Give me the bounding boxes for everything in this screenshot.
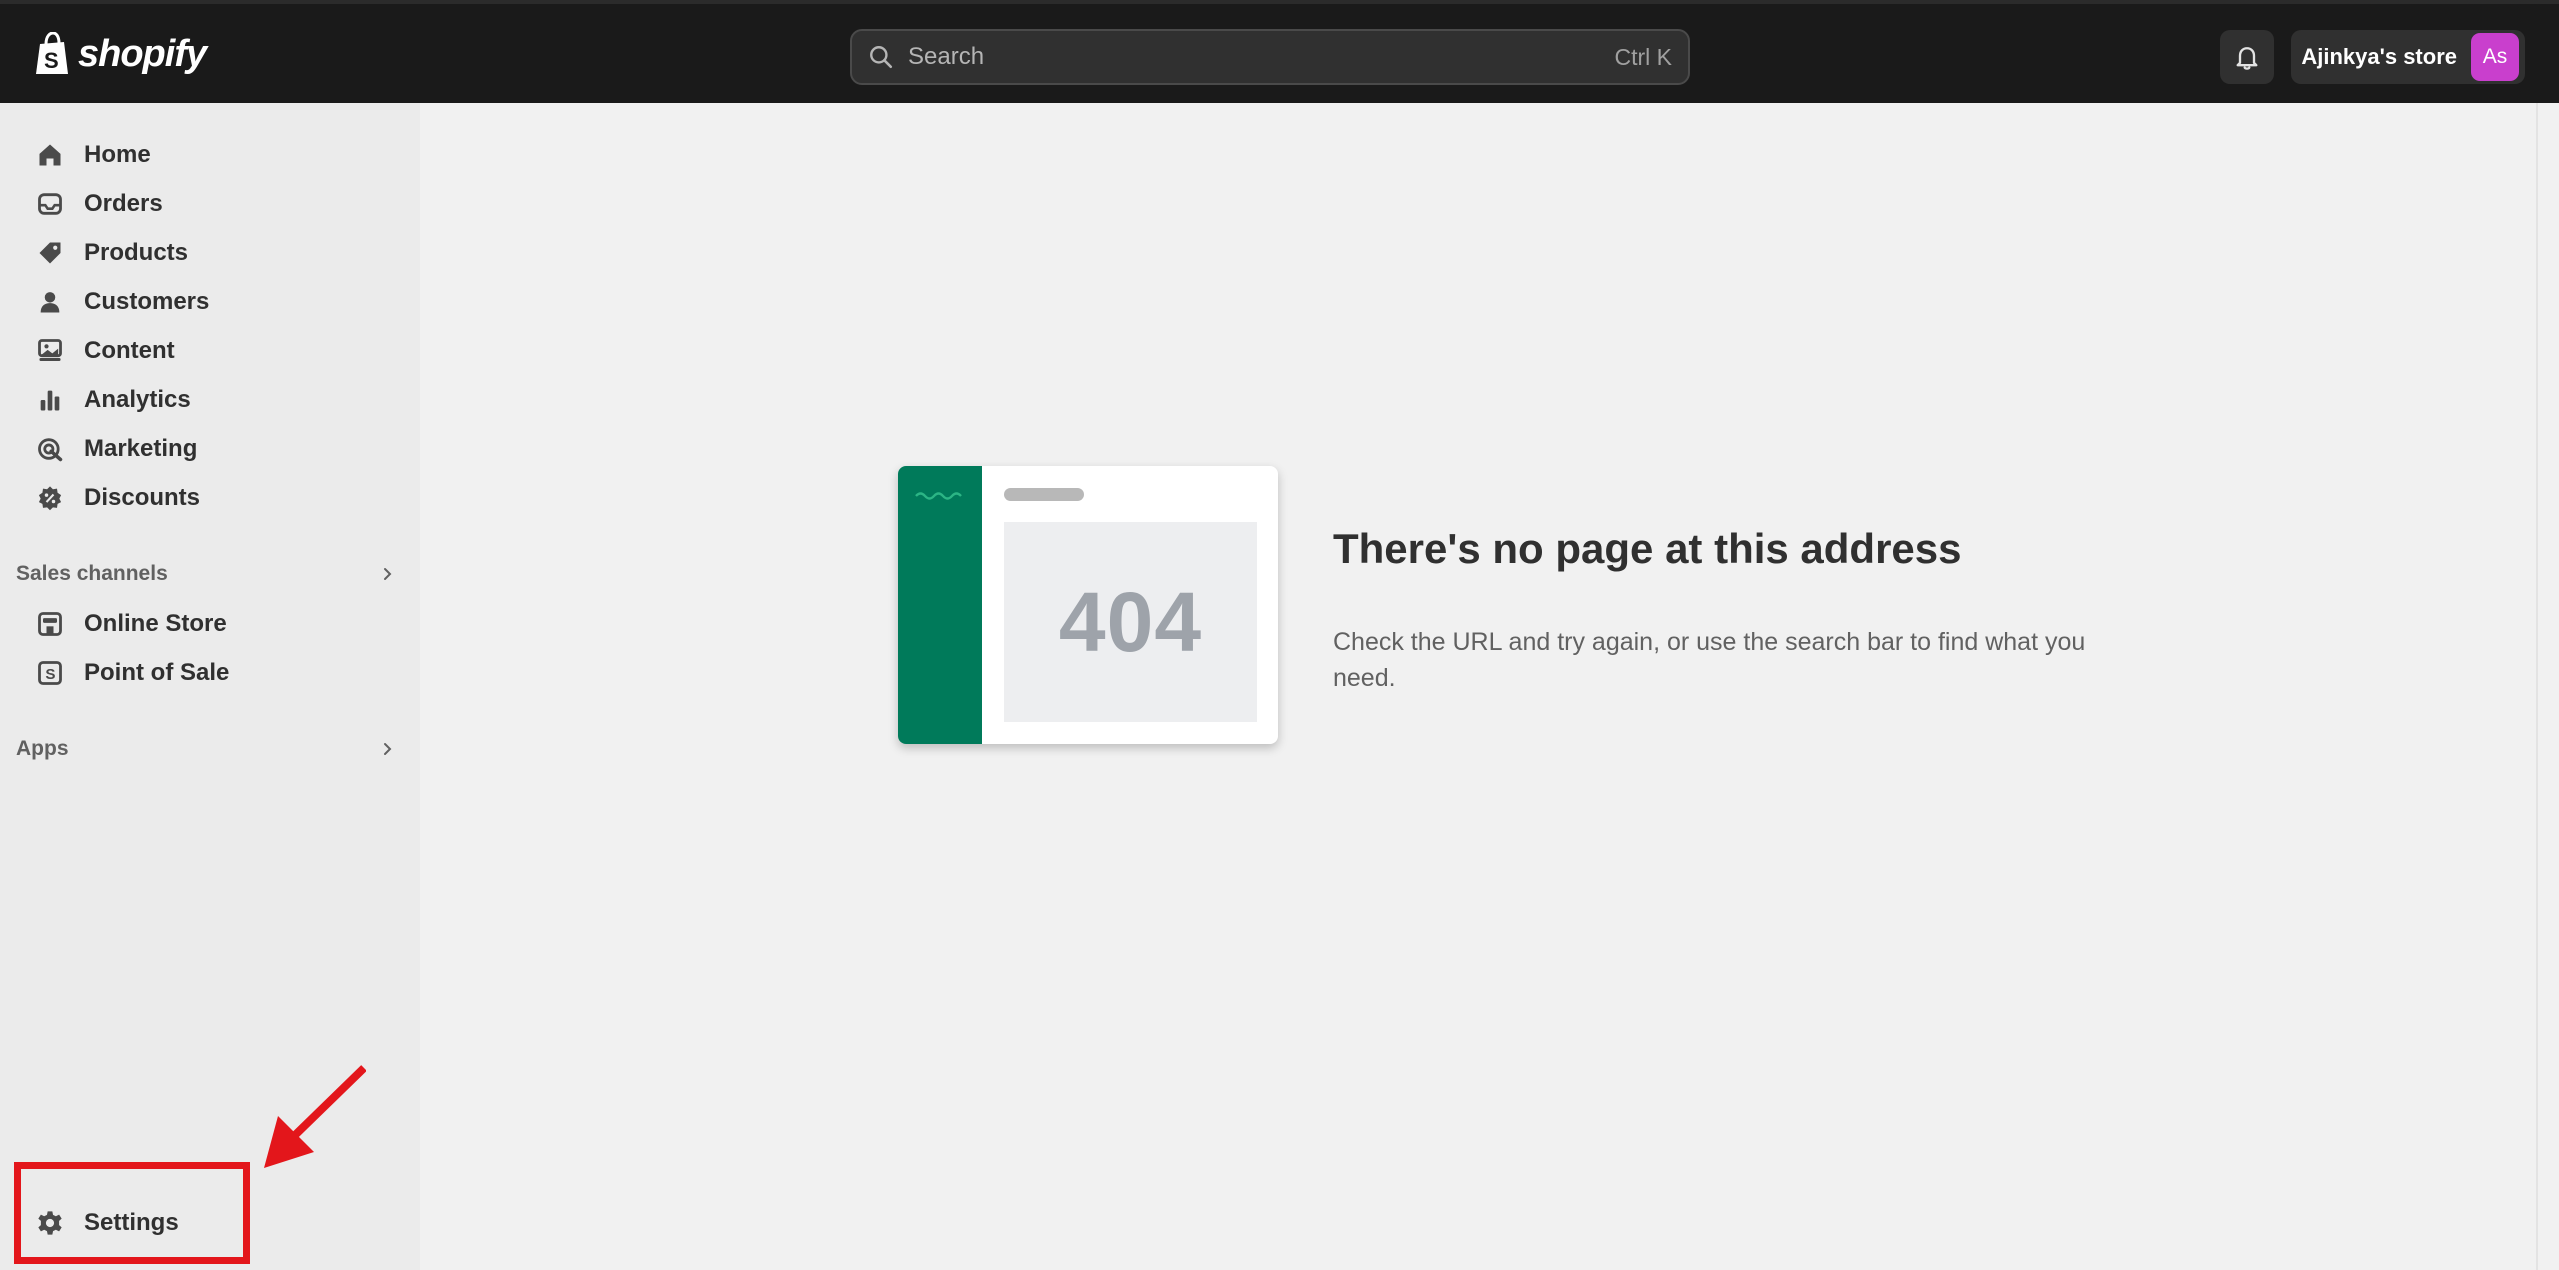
search-shortcut-hint: Ctrl K: [1614, 43, 1673, 70]
search-input[interactable]: Search Ctrl K: [850, 29, 1690, 85]
apps-header[interactable]: Apps: [16, 737, 398, 761]
person-icon: [40, 292, 60, 313]
sidebar-item-content[interactable]: Content: [36, 331, 175, 371]
illustration-content-panel: 404: [1004, 522, 1257, 722]
wave-icon: [915, 492, 962, 500]
shopify-bag-icon: S: [36, 32, 68, 74]
sidebar-item-home[interactable]: Home: [36, 135, 151, 175]
svg-text:S: S: [44, 48, 59, 73]
bell-icon: [2236, 47, 2258, 70]
inbox-icon: [38, 193, 62, 215]
sidebar-item-label: Orders: [84, 190, 163, 217]
sidebar-item-point-of-sale[interactable]: S Point of Sale: [36, 653, 229, 693]
illustration-title-bar: [1004, 488, 1084, 501]
page-title: There's no page at this address: [1333, 525, 1962, 572]
sidebar-item-label: Analytics: [84, 386, 191, 413]
chevron-right-icon: [384, 568, 392, 580]
sidebar-item-marketing[interactable]: Marketing: [36, 429, 197, 469]
sidebar-item-label: Discounts: [84, 484, 201, 511]
main-right-border: [2536, 103, 2538, 1270]
sidebar-item-label: Customers: [84, 288, 210, 315]
sidebar-item-analytics[interactable]: Analytics: [36, 380, 191, 420]
image-icon: [38, 339, 62, 362]
sidebar-item-label: Products: [84, 239, 189, 266]
sidebar-item-label: Online Store: [84, 610, 227, 637]
sidebar-item-customers[interactable]: Customers: [36, 282, 209, 322]
sidebar-item-products[interactable]: Products: [36, 233, 188, 273]
brand-name: shopify: [78, 32, 207, 75]
sales-channels-header[interactable]: Sales channels: [16, 562, 398, 586]
chevron-right-icon: [384, 743, 392, 755]
annotation-arrow-icon: [264, 1065, 366, 1168]
store-icon: [38, 612, 62, 636]
search-placeholder: Search: [908, 43, 985, 70]
sidebar-item-label: Marketing: [84, 435, 198, 462]
discount-icon: [38, 486, 62, 511]
svg-text:S: S: [45, 666, 55, 683]
error-illustration: 404: [898, 466, 1278, 744]
apps-label: Apps: [16, 737, 69, 760]
top-bar: S shopify Search Ctrl K Ajinkya's store …: [0, 0, 2559, 103]
sales-channels-label: Sales channels: [16, 562, 168, 585]
pos-icon: S: [38, 661, 62, 685]
target-icon: [38, 438, 63, 462]
illustration-green-panel: [898, 466, 982, 744]
avatar: As: [2471, 33, 2519, 81]
sidebar-item-label: Point of Sale: [84, 659, 230, 686]
notifications-button[interactable]: [2220, 30, 2274, 84]
annotation-highlight-box: [14, 1162, 250, 1264]
bar-chart-icon: [40, 390, 60, 411]
sidebar-item-discounts[interactable]: Discounts: [36, 478, 200, 518]
search-icon: [870, 46, 893, 69]
error-description: Check the URL and try again, or use the …: [1333, 628, 2086, 692]
store-name: Ajinkya's store: [2301, 44, 2457, 69]
sidebar-item-label: Content: [84, 337, 175, 364]
error-code: 404: [1058, 574, 1203, 669]
sidebar-item-online-store[interactable]: Online Store: [36, 604, 227, 644]
home-icon: [39, 144, 61, 166]
tag-icon: [39, 242, 61, 264]
sidebar-item-orders[interactable]: Orders: [36, 184, 163, 224]
sidebar-item-label: Home: [84, 141, 151, 168]
shopify-logo[interactable]: S shopify: [34, 32, 207, 76]
store-menu-button[interactable]: Ajinkya's store As: [2291, 30, 2525, 84]
